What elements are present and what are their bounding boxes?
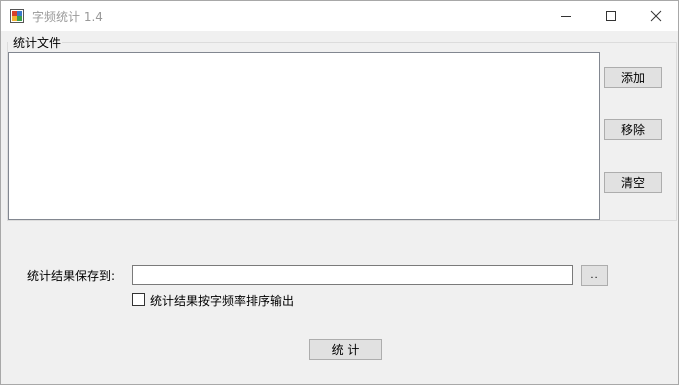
- close-button[interactable]: [633, 1, 679, 31]
- files-group-label: 统计文件: [12, 34, 63, 51]
- maximize-button[interactable]: [588, 1, 634, 31]
- clear-button[interactable]: 清空: [604, 172, 662, 193]
- run-statistics-button[interactable]: 统 计: [309, 339, 382, 360]
- close-icon: [650, 10, 662, 22]
- sort-by-frequency-checkbox[interactable]: [132, 293, 145, 306]
- title-bar[interactable]: 字频统计 1.4: [1, 1, 678, 31]
- save-path-label: 统计结果保存到:: [27, 269, 116, 283]
- maximize-icon: [606, 11, 616, 21]
- remove-button[interactable]: 移除: [604, 119, 662, 140]
- sort-by-frequency-label[interactable]: 统计结果按字频率排序输出: [150, 292, 294, 309]
- browse-button[interactable]: ..: [581, 265, 608, 286]
- add-button[interactable]: 添加: [604, 67, 662, 88]
- save-path-input[interactable]: [132, 265, 573, 285]
- file-listbox[interactable]: [8, 52, 600, 220]
- app-window: 字频统计 1.4 统计文件 添加 移除 清空 统计结果保存到: .. 统计结果按…: [0, 0, 679, 385]
- window-title: 字频统计 1.4: [32, 10, 103, 24]
- app-icon: [10, 9, 24, 23]
- minimize-button[interactable]: [543, 1, 589, 31]
- minimize-icon: [561, 16, 571, 17]
